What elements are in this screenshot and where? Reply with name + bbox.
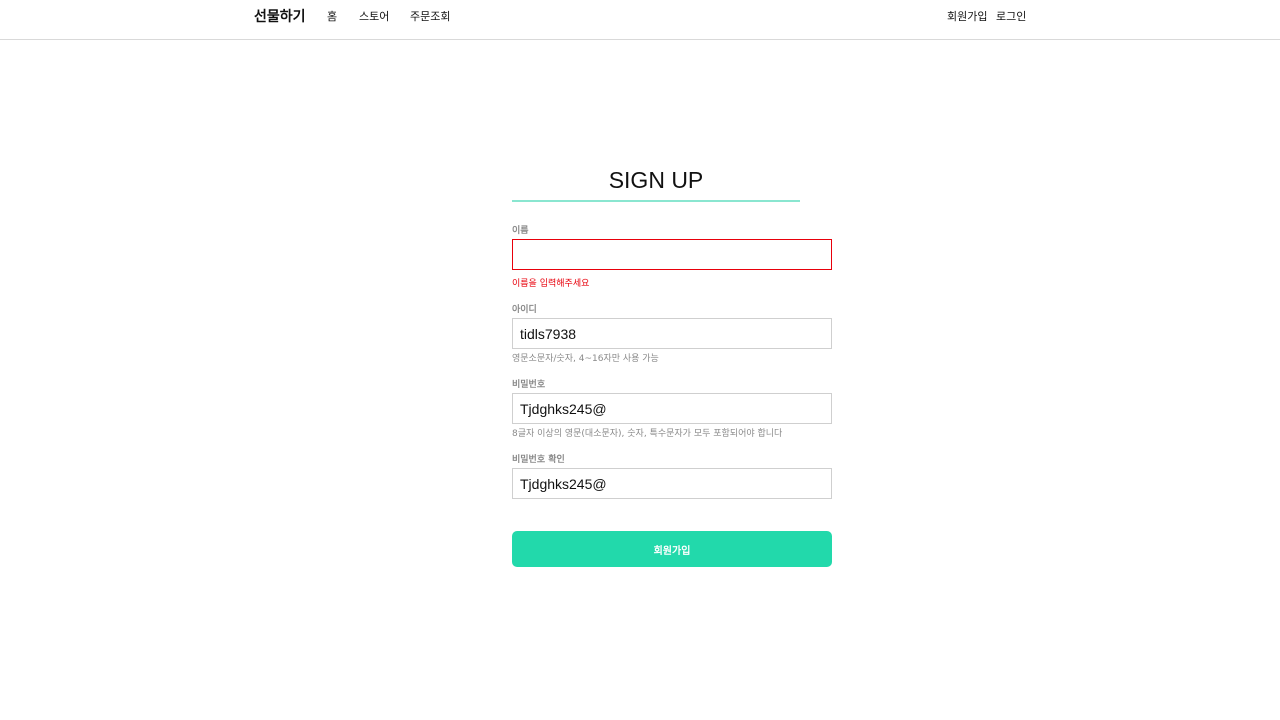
password-hint: 8글자 이상의 영문(대소문자), 숫자, 특수문자가 모두 포함되어야 합니다 xyxy=(512,429,783,439)
name-label: 이름 xyxy=(512,226,529,236)
password-input[interactable] xyxy=(512,393,832,424)
name-error-message: 이름을 입력해주세요 xyxy=(512,279,590,289)
nav-link-store[interactable]: 스토어 xyxy=(359,10,389,24)
id-label: 아이디 xyxy=(512,305,537,315)
password-label: 비밀번호 xyxy=(512,380,546,390)
nav-link-login[interactable]: 로그인 xyxy=(996,10,1026,24)
nav-link-home[interactable]: 홈 xyxy=(327,10,337,24)
id-hint: 영문소문자/숫자, 4~16자만 사용 가능 xyxy=(512,354,659,364)
title-underline xyxy=(512,200,800,202)
id-input[interactable] xyxy=(512,318,832,349)
top-navbar: 선물하기 홈 스토어 주문조회 회원가입 로그인 xyxy=(0,0,1280,40)
password-confirm-input[interactable] xyxy=(512,468,832,499)
nav-link-signup[interactable]: 회원가입 xyxy=(947,10,987,24)
page-title: SIGN UP xyxy=(608,167,704,193)
nav-link-order-lookup[interactable]: 주문조회 xyxy=(410,10,450,24)
signup-submit-button[interactable]: 회원가입 xyxy=(512,531,832,567)
password-confirm-label: 비밀번호 확인 xyxy=(512,455,565,465)
brand-logo-link[interactable]: 선물하기 xyxy=(254,7,306,27)
name-input[interactable] xyxy=(512,239,832,270)
